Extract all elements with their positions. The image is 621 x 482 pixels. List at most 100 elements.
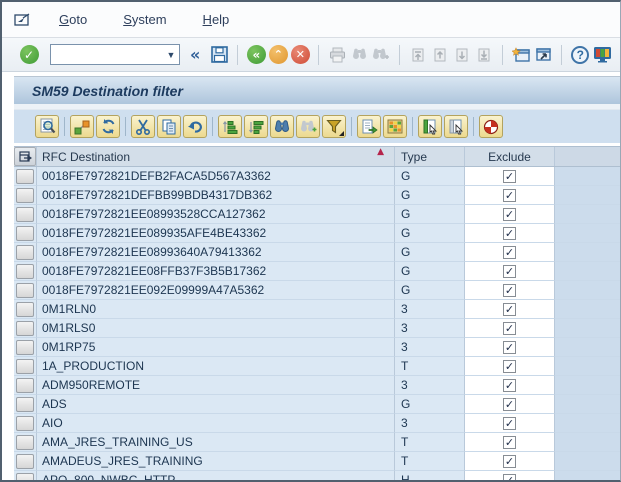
command-dropdown-icon[interactable]: ▼ xyxy=(163,50,179,60)
rfc-destination-cell[interactable]: 0018FE7972821EE08993640A79413362 xyxy=(36,243,394,262)
cut-button[interactable] xyxy=(131,115,155,138)
type-cell[interactable]: 3 xyxy=(394,376,464,395)
table-views-button[interactable] xyxy=(383,115,407,138)
row-selector[interactable] xyxy=(14,300,36,319)
row-selector-button[interactable] xyxy=(16,397,34,412)
row-selector[interactable] xyxy=(14,471,36,482)
type-cell[interactable]: 3 xyxy=(394,300,464,319)
row-selector-button[interactable] xyxy=(16,321,34,336)
row-selector[interactable] xyxy=(14,452,36,471)
row-selector[interactable] xyxy=(14,224,36,243)
copy-button[interactable] xyxy=(157,115,181,138)
hierarchy-button[interactable] xyxy=(70,115,94,138)
type-cell[interactable]: H xyxy=(394,471,464,482)
exclude-checkbox[interactable] xyxy=(503,417,516,430)
first-page-button[interactable] xyxy=(407,43,429,67)
row-selector-button[interactable] xyxy=(16,188,34,203)
rfc-destination-cell[interactable]: 0M1RLN0 xyxy=(36,300,394,319)
type-cell[interactable]: T xyxy=(394,433,464,452)
command-input[interactable] xyxy=(51,46,163,63)
exclude-checkbox[interactable] xyxy=(503,360,516,373)
sort-descending-button[interactable] xyxy=(244,115,268,138)
row-selector-button[interactable] xyxy=(16,245,34,260)
type-cell[interactable]: G xyxy=(394,243,464,262)
exclude-checkbox[interactable] xyxy=(503,227,516,240)
cancel-button[interactable]: ✕ xyxy=(289,43,311,67)
menu-item[interactable]: System xyxy=(123,12,166,27)
exclude-checkbox[interactable] xyxy=(503,436,516,449)
exclude-checkbox[interactable] xyxy=(503,303,516,316)
exclude-checkbox[interactable] xyxy=(503,341,516,354)
find-button[interactable] xyxy=(348,43,370,67)
rfc-destination-cell[interactable]: 0018FE7972821EE08993528CCA127362 xyxy=(36,205,394,224)
next-page-button[interactable] xyxy=(451,43,473,67)
type-cell[interactable]: 3 xyxy=(394,414,464,433)
type-cell[interactable]: G xyxy=(394,262,464,281)
exclude-checkbox[interactable] xyxy=(503,170,516,183)
row-selector-button[interactable] xyxy=(16,454,34,469)
row-selector-button[interactable] xyxy=(16,207,34,222)
command-field[interactable]: ▼ xyxy=(50,44,180,65)
rfc-destination-cell[interactable]: 0M1RLS0 xyxy=(36,319,394,338)
row-selector[interactable] xyxy=(14,186,36,205)
row-selector-button[interactable] xyxy=(16,359,34,374)
create-shortcut-button[interactable] xyxy=(532,43,554,67)
row-selector-button[interactable] xyxy=(16,302,34,317)
row-selector-button[interactable] xyxy=(16,340,34,355)
row-selector[interactable] xyxy=(14,338,36,357)
exclude-checkbox[interactable] xyxy=(503,265,516,278)
find-next-button[interactable] xyxy=(370,43,392,67)
rfc-destination-cell[interactable]: 1A_PRODUCTION xyxy=(36,357,394,376)
row-selector-button[interactable] xyxy=(16,416,34,431)
last-page-button[interactable] xyxy=(473,43,495,67)
rfc-destination-cell[interactable]: 0018FE7972821EE089935AFE4BE43362 xyxy=(36,224,394,243)
filter-button[interactable] xyxy=(322,115,346,138)
rfc-destination-cell[interactable]: ADM950REMOTE xyxy=(36,376,394,395)
menu-item[interactable]: Help xyxy=(203,12,230,27)
row-selector-button[interactable] xyxy=(16,169,34,184)
enter-button[interactable]: ✓ xyxy=(18,43,40,67)
row-selector-button[interactable] xyxy=(16,264,34,279)
exit-button[interactable]: ⌃ xyxy=(267,43,289,67)
rfc-destination-cell[interactable]: 0018FE7972821EE08FFB37F3B5B17362 xyxy=(36,262,394,281)
exclude-checkbox[interactable] xyxy=(503,398,516,411)
row-selector[interactable] xyxy=(14,319,36,338)
rfc-destination-cell[interactable]: ADS xyxy=(36,395,394,414)
customize-layout-button[interactable] xyxy=(591,43,613,67)
refresh-button[interactable] xyxy=(96,115,120,138)
column-header-rfc-destination[interactable]: RFC Destination ▲ xyxy=(36,147,394,166)
exclude-checkbox[interactable] xyxy=(503,379,516,392)
window-menu-icon[interactable] xyxy=(14,13,31,27)
exclude-checkbox[interactable] xyxy=(503,322,516,335)
exclude-checkbox[interactable] xyxy=(503,246,516,259)
exclude-checkbox[interactable] xyxy=(503,455,516,468)
column-header-exclude[interactable]: Exclude xyxy=(464,147,555,166)
type-cell[interactable]: 3 xyxy=(394,319,464,338)
collapse-icon[interactable]: « xyxy=(190,45,200,64)
rfc-destination-cell[interactable]: AIO xyxy=(36,414,394,433)
sort-ascending-button[interactable] xyxy=(218,115,242,138)
column-header-type[interactable]: Type xyxy=(394,147,464,166)
print-button[interactable] xyxy=(326,43,348,67)
rfc-destination-cell[interactable]: 0M1RP75 xyxy=(36,338,394,357)
exclude-checkbox[interactable] xyxy=(503,474,516,482)
row-selector[interactable] xyxy=(14,281,36,300)
rfc-destination-cell[interactable]: APO_800_NWBC_HTTP xyxy=(36,471,394,482)
row-selector[interactable] xyxy=(14,357,36,376)
row-selector[interactable] xyxy=(14,395,36,414)
type-cell[interactable]: G xyxy=(394,186,464,205)
row-selector[interactable] xyxy=(14,243,36,262)
rfc-destination-cell[interactable]: 0018FE7972821DEFB2FACA5D567A3362 xyxy=(36,167,394,186)
find-button[interactable] xyxy=(270,115,294,138)
new-session-button[interactable] xyxy=(510,43,532,67)
rfc-destination-cell[interactable]: 0018FE7972821EE092E09999A47A5362 xyxy=(36,281,394,300)
type-cell[interactable]: G xyxy=(394,205,464,224)
row-selector[interactable] xyxy=(14,433,36,452)
exclude-checkbox[interactable] xyxy=(503,208,516,221)
table-settings-button[interactable] xyxy=(479,115,503,138)
type-cell[interactable]: T xyxy=(394,452,464,471)
select-all-button[interactable] xyxy=(14,147,36,166)
type-cell[interactable]: G xyxy=(394,395,464,414)
row-selector[interactable] xyxy=(14,205,36,224)
export-button[interactable] xyxy=(357,115,381,138)
